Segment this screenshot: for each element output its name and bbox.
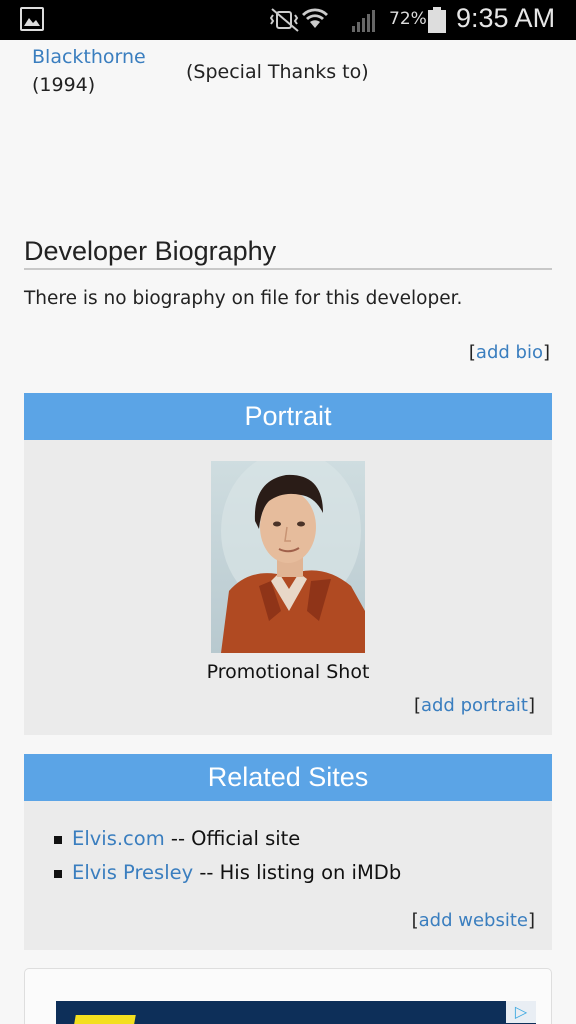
portrait-caption: Promotional Shot bbox=[206, 661, 370, 683]
status-icons bbox=[270, 8, 375, 32]
ad-choices-icon[interactable]: ▷ bbox=[506, 1001, 536, 1023]
related-sites-panel: Related Sites Elvis.com -- Official site… bbox=[24, 754, 552, 950]
bullet-icon bbox=[54, 836, 62, 844]
portrait-panel: Portrait Promotional Shot [add portrait] bbox=[24, 393, 552, 735]
signal-icon bbox=[352, 10, 375, 32]
game-title-link[interactable]: Blackthorne bbox=[32, 46, 146, 68]
battery-icon bbox=[428, 7, 446, 33]
add-website-link[interactable]: add website bbox=[419, 910, 528, 931]
credit-role: (Special Thanks to) bbox=[186, 61, 369, 83]
portrait-heading: Portrait bbox=[24, 393, 552, 440]
add-bio-wrapper: [add bio] bbox=[468, 342, 550, 363]
site-link-imdb[interactable]: Elvis Presley bbox=[72, 861, 193, 884]
site-description: -- Official site bbox=[164, 827, 301, 850]
biography-text: There is no biography on file for this d… bbox=[24, 288, 463, 309]
list-item: Elvis.com -- Official site bbox=[54, 827, 401, 861]
site-link-elvis-com[interactable]: Elvis.com bbox=[72, 827, 165, 850]
ad-graphic bbox=[72, 1015, 136, 1024]
add-portrait-wrapper: [add portrait] bbox=[413, 695, 535, 716]
status-time: 9:35 AM bbox=[456, 3, 556, 33]
status-bar: 72% 9:35 AM bbox=[0, 0, 576, 40]
ad-banner[interactable]: ▷ bbox=[56, 1001, 536, 1024]
game-year: (1994) bbox=[32, 74, 96, 96]
biography-heading: Developer Biography bbox=[24, 236, 277, 266]
related-sites-list: Elvis.com -- Official site Elvis Presley… bbox=[54, 827, 401, 895]
portrait-image[interactable] bbox=[211, 461, 365, 653]
wifi-icon bbox=[302, 8, 328, 28]
site-description: -- His listing on iMDb bbox=[193, 861, 402, 884]
gallery-icon bbox=[20, 7, 44, 31]
heading-divider bbox=[24, 268, 552, 270]
bullet-icon bbox=[54, 870, 62, 878]
ad-card: ▷ bbox=[24, 968, 552, 1024]
list-item: Elvis Presley -- His listing on iMDb bbox=[54, 861, 401, 895]
add-website-wrapper: [add website] bbox=[411, 910, 535, 931]
add-bio-link[interactable]: add bio bbox=[476, 342, 543, 363]
related-sites-heading: Related Sites bbox=[24, 754, 552, 801]
add-portrait-link[interactable]: add portrait bbox=[421, 695, 528, 716]
vibrate-mute-icon bbox=[270, 8, 299, 32]
battery-percent: 72% bbox=[389, 9, 427, 29]
